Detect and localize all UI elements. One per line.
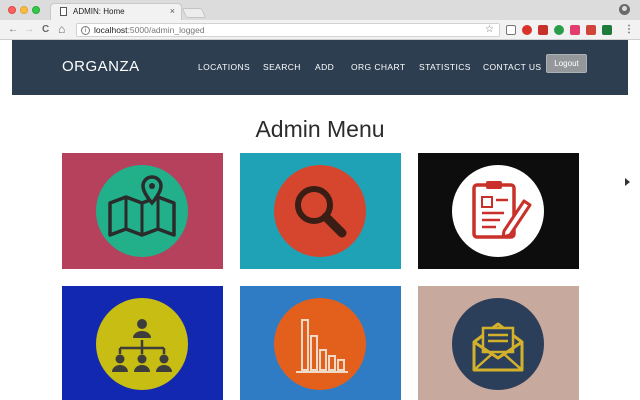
tile-disc	[274, 165, 366, 257]
bookmark-star-icon[interactable]: ☆	[485, 24, 494, 36]
page-title: Admin Menu	[255, 116, 385, 142]
tile-add[interactable]	[418, 153, 579, 269]
url-text: localhost:5000/admin_logged	[94, 25, 205, 35]
home-icon[interactable]: ⌂	[58, 23, 65, 36]
info-icon[interactable]: i	[81, 26, 90, 35]
minimize-window-button[interactable]	[20, 6, 28, 14]
tile-locations[interactable]	[62, 153, 223, 269]
cast-icon[interactable]	[506, 25, 516, 35]
page-icon	[60, 7, 67, 16]
site-navbar: ORGANZA LOCATIONS SEARCH ADD ORG CHART S…	[12, 40, 628, 95]
tile-disc	[96, 298, 188, 390]
nav-link-search[interactable]: SEARCH	[263, 62, 301, 72]
tile-contact[interactable]	[418, 286, 579, 400]
extension-pink-icon[interactable]	[570, 25, 580, 35]
bar-chart-icon	[296, 319, 348, 373]
nav-link-locations[interactable]: LOCATIONS	[198, 62, 250, 72]
new-tab-button[interactable]	[181, 8, 207, 18]
profile-icon[interactable]	[619, 4, 630, 15]
browser-menu-icon[interactable]: ⋮	[624, 24, 634, 35]
nav-link-org-chart[interactable]: ORG CHART	[351, 62, 405, 72]
browser-toolbar: ← → C ⌂ i localhost:5000/admin_logged ☆ …	[0, 20, 640, 40]
map-location-icon	[108, 175, 176, 237]
extension-n-icon[interactable]	[602, 25, 612, 35]
browser-titlebar: ADMIN: Home ×	[0, 0, 640, 20]
tile-org-chart[interactable]	[62, 286, 223, 400]
address-bar[interactable]: i localhost:5000/admin_logged ☆	[76, 23, 500, 37]
tab-close-icon[interactable]: ×	[170, 6, 175, 16]
org-chart-icon	[112, 319, 172, 372]
search-icon	[295, 186, 347, 238]
extension-tag-icon[interactable]	[586, 25, 596, 35]
reload-icon[interactable]: C	[42, 23, 49, 37]
adblock-icon[interactable]	[522, 25, 532, 35]
extension-red-icon[interactable]	[538, 25, 548, 35]
forward-icon[interactable]: →	[24, 23, 34, 37]
nav-link-contact-us[interactable]: CONTACT US	[483, 62, 541, 72]
zoom-window-button[interactable]	[32, 6, 40, 14]
envelope-icon	[472, 322, 524, 372]
browser-tab[interactable]: ADMIN: Home ×	[50, 3, 182, 20]
tab-title: ADMIN: Home	[73, 7, 125, 16]
tile-disc	[452, 298, 544, 390]
tile-search[interactable]	[240, 153, 401, 269]
extension-green-icon[interactable]	[554, 25, 564, 35]
clipboard-edit-icon	[472, 181, 532, 239]
back-icon[interactable]: ←	[8, 23, 18, 37]
tile-disc	[96, 165, 188, 257]
tile-disc	[274, 298, 366, 390]
logout-button[interactable]: Logout	[546, 54, 587, 73]
close-window-button[interactable]	[8, 6, 16, 14]
tile-disc	[452, 165, 544, 257]
scrollbar-arrow-icon[interactable]	[625, 178, 630, 186]
tile-statistics[interactable]	[240, 286, 401, 400]
brand-logo[interactable]: ORGANZA	[62, 58, 140, 75]
nav-link-statistics[interactable]: STATISTICS	[419, 62, 471, 72]
nav-link-add[interactable]: ADD	[315, 62, 334, 72]
